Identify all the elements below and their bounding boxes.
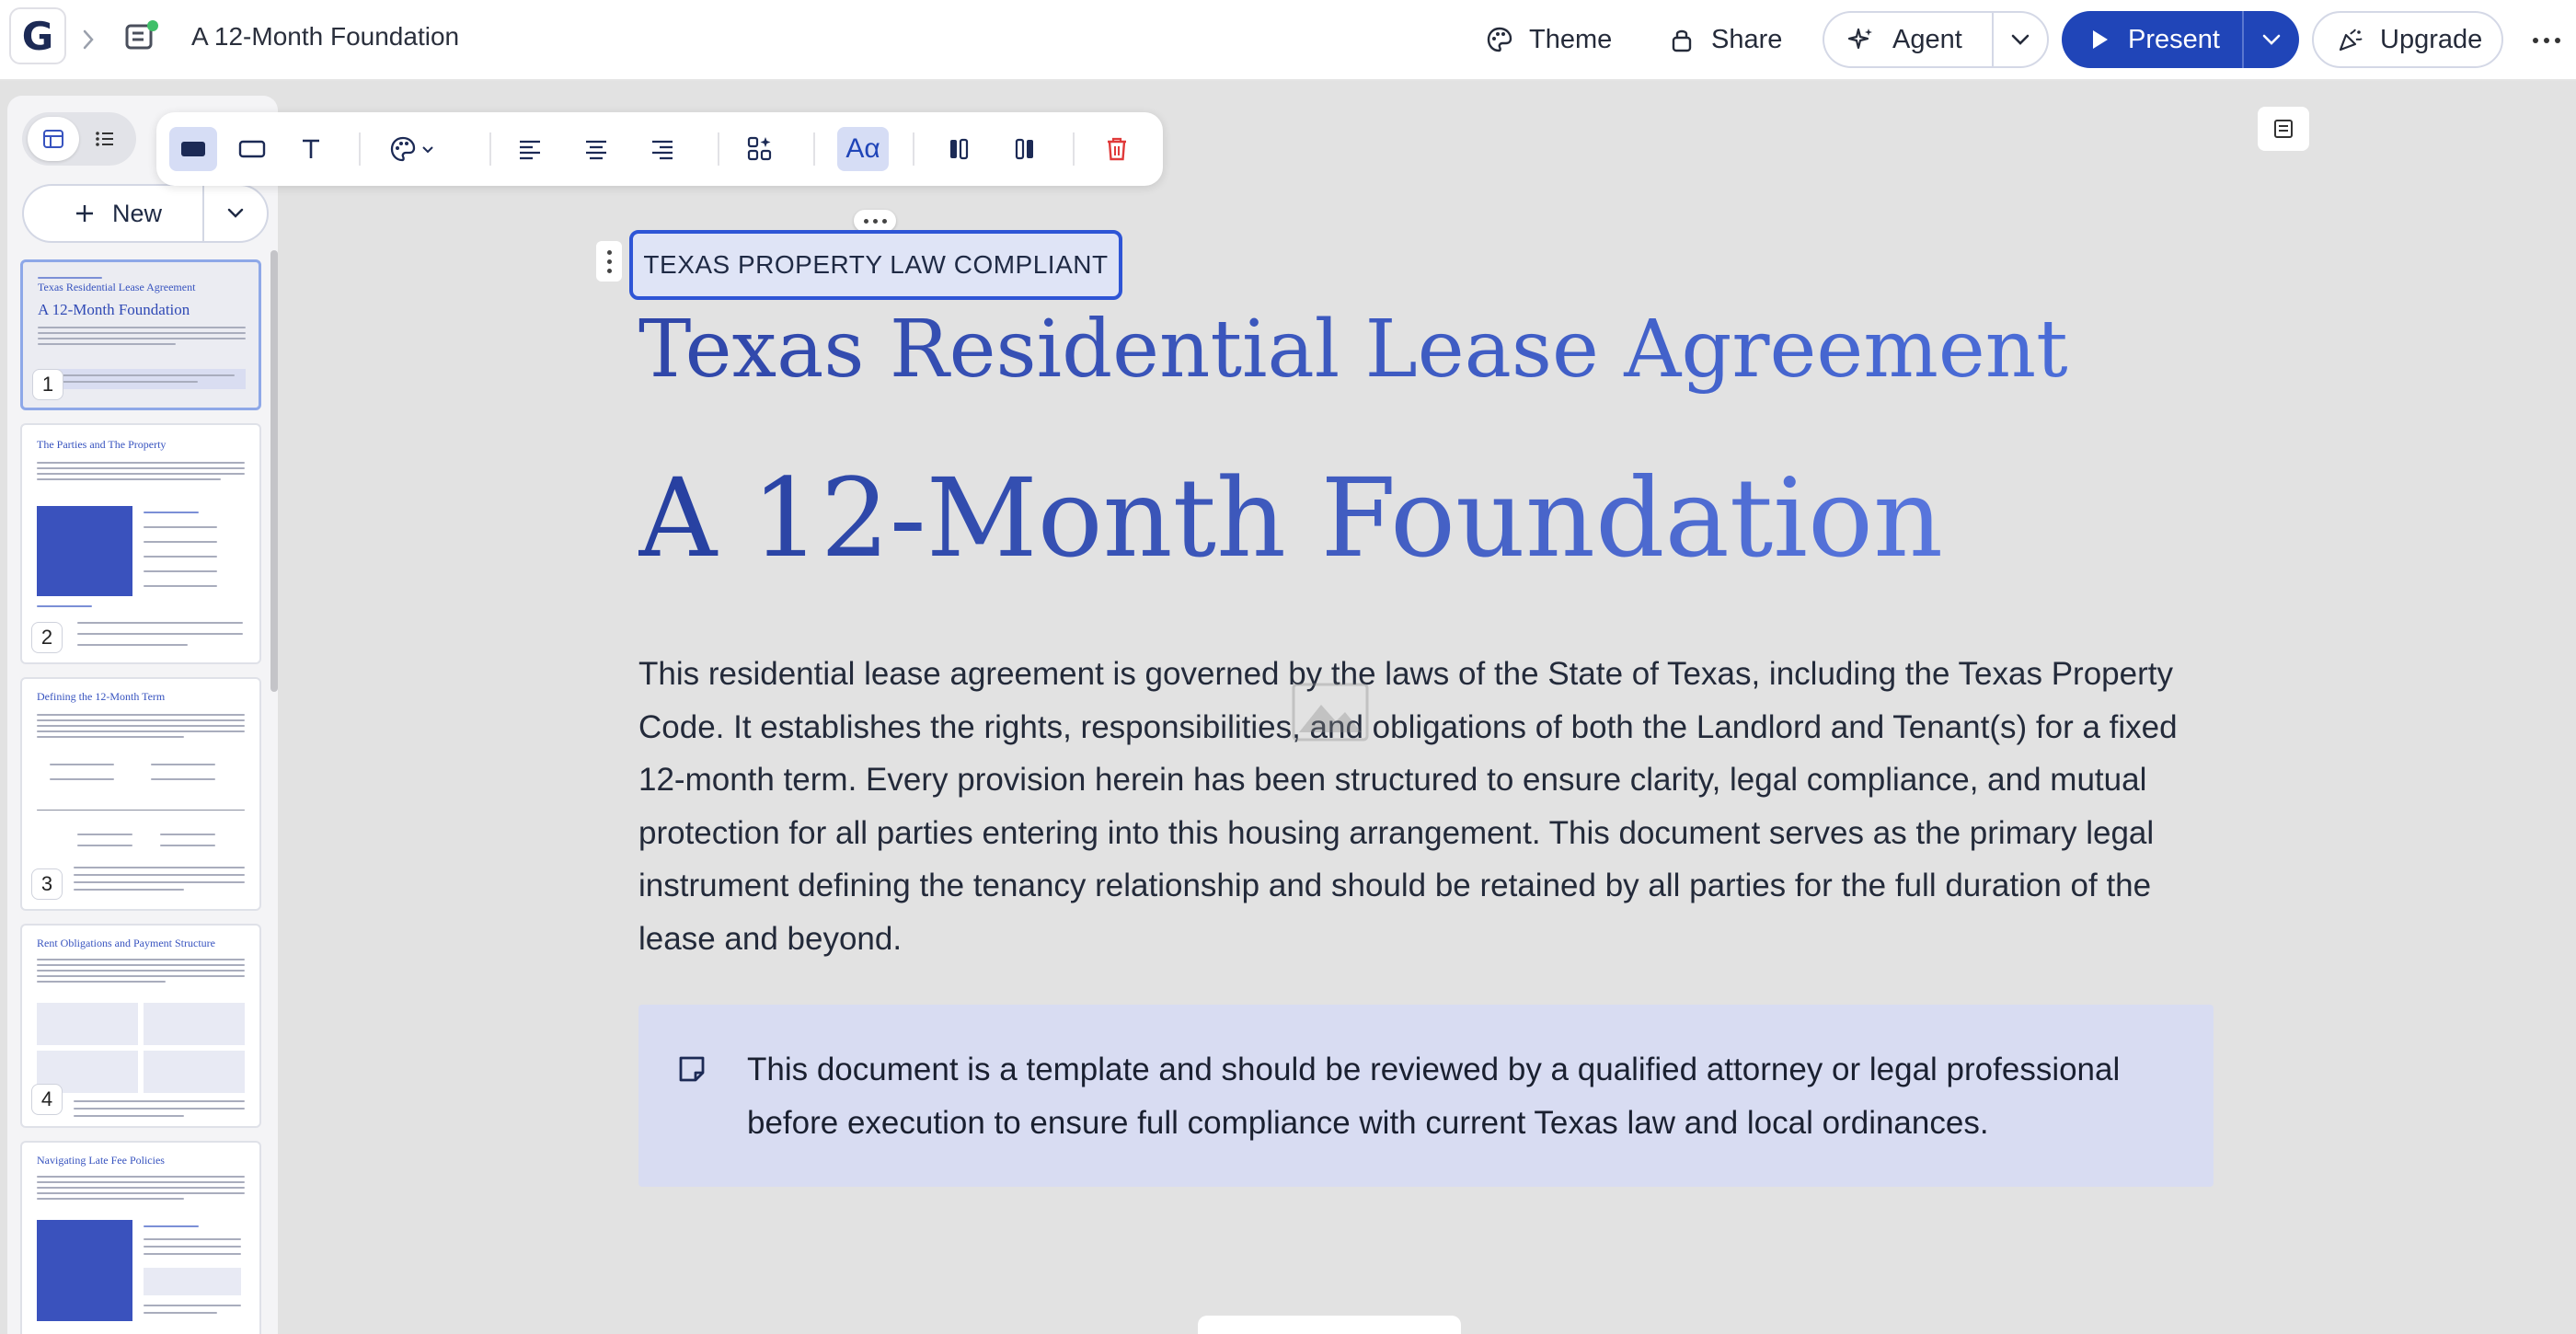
chevron-down-icon	[2011, 34, 2030, 45]
slide-number: 1	[32, 369, 63, 400]
block-formatting-toolbar: Aα	[156, 112, 1163, 186]
slide-title[interactable]: Texas Residential Lease Agreement	[638, 304, 2068, 396]
logo-letter: G	[21, 13, 54, 59]
outline-card-button[interactable]	[228, 127, 276, 171]
top-bar: G A 12-Month Foundation Theme Share Agen…	[0, 0, 2576, 81]
slide-body-text[interactable]: This residential lease agreement is gove…	[638, 648, 2221, 965]
column-left-button[interactable]	[935, 127, 983, 171]
lock-icon	[1672, 29, 1692, 52]
thumb-title: Texas Residential Lease Agreement	[38, 281, 196, 293]
theme-label: Theme	[1529, 24, 1613, 54]
agent-button[interactable]: Agent	[1823, 11, 1992, 68]
party-popper-icon	[2339, 29, 2363, 52]
slide-notes-button[interactable]	[2258, 107, 2309, 151]
block-menu-icon[interactable]	[596, 241, 622, 282]
columns-icon	[950, 138, 969, 160]
slide-thumbnail-3[interactable]: Defining the 12-Month Term 3	[20, 677, 261, 911]
new-dropdown-button[interactable]	[202, 184, 269, 243]
plus-icon	[76, 205, 93, 222]
align-center-icon	[586, 140, 606, 160]
sparkle-icon	[1847, 28, 1872, 50]
document-icon[interactable]	[123, 18, 160, 55]
slide-number: 3	[31, 868, 63, 900]
block-drag-handle[interactable]	[854, 210, 896, 232]
slide-thumbnail-4[interactable]: Rent Obligations and Payment Structure 4	[20, 924, 261, 1128]
palette-icon	[1487, 27, 1512, 52]
agent-dropdown-button[interactable]	[1992, 11, 2049, 68]
thumb-title: The Parties and The Property	[37, 438, 167, 451]
note-icon	[679, 1056, 705, 1082]
present-button[interactable]: Present	[2062, 11, 2242, 68]
text-style-label: Aα	[845, 133, 880, 164]
filled-card-icon	[181, 142, 205, 156]
app-logo[interactable]: G	[9, 7, 66, 64]
delete-block-button[interactable]	[1093, 127, 1141, 171]
new-slide-button[interactable]: New	[22, 184, 202, 243]
present-label: Present	[2128, 24, 2220, 54]
sidebar-scrollbar[interactable]	[270, 250, 278, 692]
outline-card-icon	[238, 140, 266, 158]
thumb-title: Rent Obligations and Payment Structure	[37, 937, 215, 949]
more-options-icon[interactable]	[2528, 22, 2565, 59]
align-right-button[interactable]	[638, 127, 686, 171]
thumb-kicker	[38, 277, 102, 279]
slide-thumbnail-1[interactable]: Texas Residential Lease Agreement A 12-M…	[20, 259, 261, 410]
filled-card-button[interactable]	[169, 127, 217, 171]
compliance-badge[interactable]: TEXAS PROPERTY LAW COMPLIANT	[629, 230, 1122, 300]
column-right-button[interactable]	[1001, 127, 1049, 171]
view-toggle	[22, 112, 136, 166]
thumb-subtitle: A 12-Month Foundation	[38, 301, 190, 318]
text-icon	[303, 139, 319, 158]
text-only-button[interactable]	[287, 127, 335, 171]
list-view-icon	[96, 132, 113, 146]
share-button[interactable]: Share	[1647, 13, 1802, 66]
present-dropdown-button[interactable]	[2242, 11, 2299, 68]
callout-text[interactable]: This document is a template and should b…	[747, 1043, 2182, 1150]
align-center-button[interactable]	[572, 127, 620, 171]
disclaimer-callout[interactable]: This document is a template and should b…	[638, 1005, 2214, 1187]
chevron-right-icon	[83, 29, 94, 50]
align-left-button[interactable]	[506, 127, 554, 171]
image-placeholder-icon	[1292, 683, 1369, 742]
color-button[interactable]	[375, 127, 449, 171]
thumb-title: Navigating Late Fee Policies	[37, 1154, 165, 1167]
align-left-icon	[520, 140, 540, 160]
trash-icon	[1108, 137, 1126, 161]
text-style-button[interactable]: Aα	[837, 127, 889, 171]
play-icon	[2093, 30, 2108, 49]
upgrade-button[interactable]: Upgrade	[2312, 11, 2503, 68]
thumb-title: Defining the 12-Month Term	[37, 690, 166, 703]
chevron-down-icon	[227, 208, 244, 218]
align-right-icon	[652, 140, 673, 160]
chevron-down-icon	[2262, 34, 2281, 45]
magic-layout-icon	[747, 136, 772, 161]
chevron-down-icon	[422, 146, 433, 154]
notes-icon	[2274, 120, 2293, 138]
smart-layout-button[interactable]	[736, 127, 784, 171]
grid-view-button[interactable]	[28, 117, 79, 161]
list-view-button[interactable]	[79, 117, 131, 161]
slide-number: 2	[31, 622, 63, 653]
share-label: Share	[1711, 24, 1783, 54]
slide-subtitle[interactable]: A 12-Month Foundation	[638, 454, 1943, 581]
slide-thumbnail-2[interactable]: The Parties and The Property 2	[20, 423, 261, 664]
document-title[interactable]: A 12-Month Foundation	[191, 22, 459, 52]
slide-thumbnail-5[interactable]: Navigating Late Fee Policies	[20, 1141, 261, 1334]
palette-icon	[390, 136, 416, 162]
grid-view-icon	[43, 130, 63, 148]
bottom-block-toolbar[interactable]	[1198, 1316, 1461, 1334]
new-label: New	[112, 199, 163, 227]
slides-sidebar: New Texas Residential Lease Agreement A …	[7, 96, 278, 1334]
theme-button[interactable]: Theme	[1465, 13, 1632, 66]
upgrade-label: Upgrade	[2380, 24, 2483, 54]
columns-icon	[1015, 138, 1033, 160]
slide-number: 4	[31, 1084, 63, 1115]
agent-label: Agent	[1892, 24, 1962, 54]
